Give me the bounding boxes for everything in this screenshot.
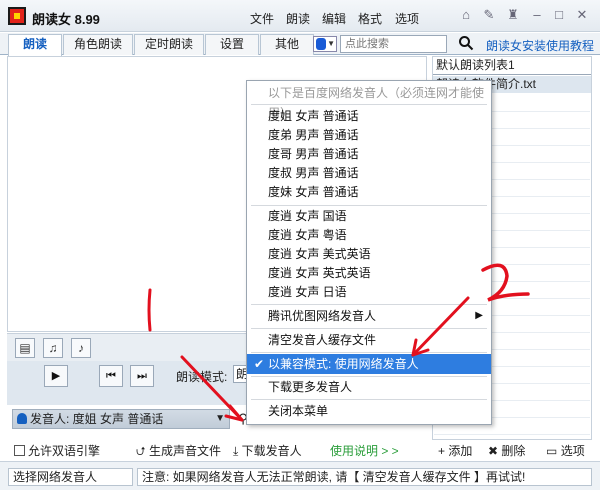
arrow-2 [411,296,470,357]
annotation-number-1 [147,288,152,332]
annotation-number-2 [481,263,530,302]
annotation-overlay [147,263,530,422]
